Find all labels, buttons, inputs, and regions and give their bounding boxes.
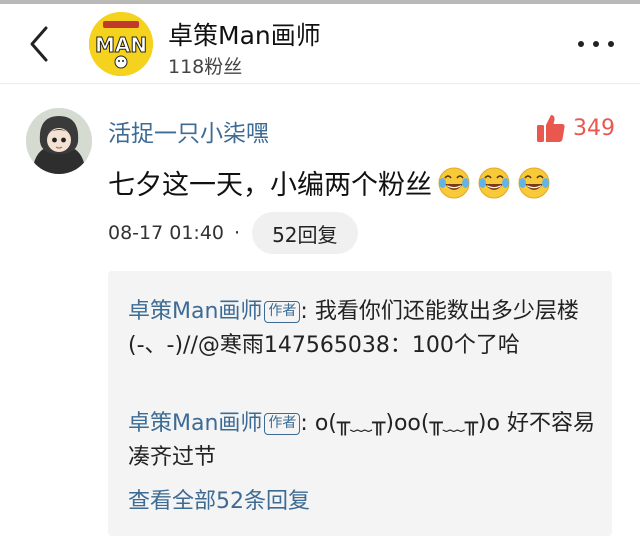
like-count: 349 <box>573 115 615 141</box>
comment-username[interactable]: 活捉一只小柒嘿 <box>108 114 269 148</box>
meta-separator: · <box>234 222 241 244</box>
author-badge: 作者 <box>264 301 301 323</box>
page-title: 卓策Man画师 <box>168 21 321 50</box>
account-logo[interactable]: MAN <box>89 12 153 76</box>
like-button[interactable]: 349 <box>536 112 615 144</box>
back-button[interactable] <box>22 22 62 66</box>
laugh-cry-emoji-icon <box>438 167 470 199</box>
avatar[interactable] <box>26 108 92 174</box>
comment-meta: 08-17 01:40 · 52回复 <box>108 212 358 254</box>
thumbs-up-icon <box>537 115 565 142</box>
reply-author[interactable]: 卓策Man画师 <box>128 299 262 324</box>
user-avatar-icon <box>26 108 92 174</box>
logo-text: MAN <box>95 33 147 57</box>
comment-body: 七夕这一天，小编两个粉丝 <box>108 160 552 204</box>
reply-item: 卓策Man画师 作者: o(╥﹏╥)oo(╥﹏╥)o 好不容易凑齐过节 <box>128 407 598 475</box>
more-dots-icon <box>578 41 614 47</box>
replies-panel: 卓策Man画师 作者: 我看你们还能数出多少层楼(-、-)//@寒雨1475650… <box>108 271 612 536</box>
reply-count-button[interactable]: 52回复 <box>252 212 358 254</box>
more-button[interactable] <box>574 32 618 56</box>
follower-count: 118粉丝 <box>168 56 243 78</box>
reply-item: 卓策Man画师 作者: 我看你们还能数出多少层楼(-、-)//@寒雨1475650… <box>128 295 598 363</box>
reply-author[interactable]: 卓策Man画师 <box>128 411 262 436</box>
laugh-cry-emoji-icon <box>478 167 510 199</box>
author-badge: 作者 <box>264 413 301 435</box>
laugh-cry-emoji-icon <box>518 167 550 199</box>
header-bar: MAN 卓策Man画师 118粉丝 <box>0 4 640 84</box>
see-all-replies-link[interactable]: 查看全部52条回复 <box>128 483 310 515</box>
comment-text: 七夕这一天，小编两个粉丝 <box>108 169 432 201</box>
chevron-left-icon <box>30 26 48 62</box>
comment-timestamp: 08-17 01:40 <box>108 222 225 244</box>
man-logo-icon: MAN <box>89 12 153 76</box>
